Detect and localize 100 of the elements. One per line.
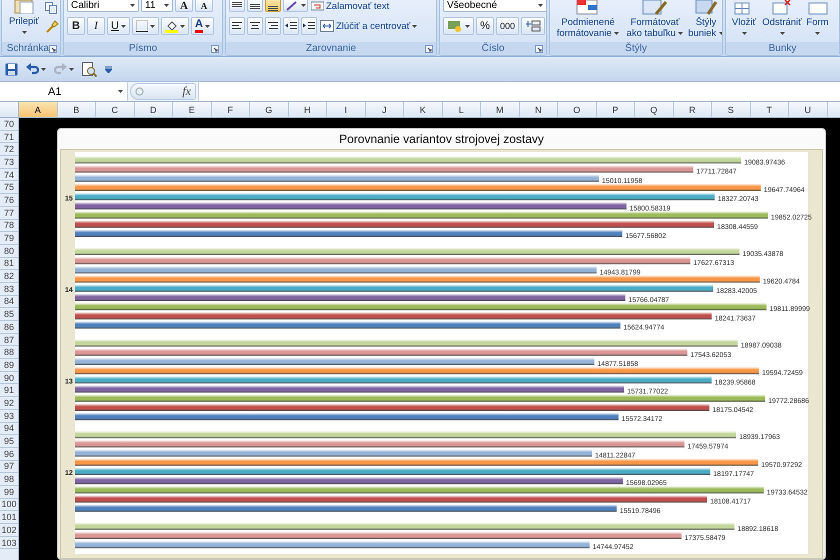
row-header[interactable]: 88 (0, 346, 18, 360)
paste-button[interactable]: Prilepiť (5, 0, 43, 38)
row-header[interactable]: 81 (0, 258, 18, 270)
column-header[interactable]: T (750, 102, 789, 117)
font-name-field[interactable]: Calibri (67, 0, 139, 12)
group-label: Schránka (6, 43, 49, 54)
row-header[interactable]: 78 (0, 220, 18, 232)
borders-icon (136, 20, 148, 32)
row-header[interactable]: 84 (0, 296, 18, 308)
group-label: Štýly (625, 43, 647, 54)
column-header[interactable]: D (134, 102, 173, 117)
cells-option-button[interactable]: Form (805, 0, 830, 39)
row-header[interactable]: 96 (0, 448, 18, 461)
fill-color-button[interactable] (160, 17, 189, 35)
row-header[interactable]: 82 (0, 270, 18, 283)
column-header[interactable]: P (596, 102, 635, 117)
row-header[interactable]: 74 (0, 168, 18, 182)
dialog-launcher-icon (211, 44, 219, 52)
align-right-button[interactable] (265, 17, 281, 35)
row-header[interactable]: 71 (0, 130, 18, 144)
borders-button[interactable] (132, 17, 159, 35)
style-option-button[interactable]: Podmienené formátovanie (553, 0, 623, 39)
align-left-button[interactable] (229, 17, 245, 35)
row-header[interactable]: 101 (0, 511, 18, 524)
column-header[interactable]: U (789, 102, 828, 117)
column-header[interactable]: J (366, 102, 404, 117)
increase-indent-button[interactable] (301, 17, 317, 35)
row-header[interactable]: 75 (0, 181, 18, 194)
insert-function-button[interactable]: fx (178, 84, 195, 99)
row-header[interactable]: 77 (0, 206, 18, 220)
row-header[interactable]: 93 (0, 410, 18, 422)
row-header[interactable]: 102 (0, 524, 18, 537)
row-header[interactable]: 89 (0, 359, 18, 372)
column-header[interactable]: M (481, 102, 520, 117)
column-header[interactable]: Q (635, 102, 674, 117)
shrink-font-button[interactable]: A (195, 0, 213, 12)
copy-button[interactable] (45, 2, 59, 14)
grow-font-button[interactable]: A (175, 0, 193, 12)
row-header[interactable]: 86 (0, 321, 18, 334)
orientation-button[interactable] (283, 0, 308, 12)
column-header[interactable]: A (19, 102, 58, 117)
row-header[interactable]: 70 (0, 118, 18, 131)
column-header[interactable]: H (288, 102, 327, 117)
row-header[interactable]: 98 (0, 473, 18, 486)
column-header[interactable]: B (58, 102, 96, 117)
cells-option-button[interactable]: Vložiť (729, 0, 759, 39)
formula-input[interactable] (198, 82, 840, 101)
row-header[interactable]: 90 (0, 372, 18, 384)
row-header[interactable]: 94 (0, 422, 18, 436)
column-header[interactable]: E (173, 102, 212, 117)
thousands-button[interactable]: 000 (496, 17, 520, 35)
row-header[interactable]: 100 (0, 498, 18, 512)
name-box[interactable]: A1 (0, 82, 128, 101)
row-header[interactable]: 103 (0, 536, 18, 550)
column-header[interactable]: N (520, 102, 558, 117)
row-header[interactable]: 72 (0, 143, 18, 156)
row-header[interactable]: 95 (0, 435, 18, 448)
delete-cells-icon (772, 0, 792, 15)
row-header[interactable]: 76 (0, 194, 18, 207)
row-header[interactable]: 87 (0, 334, 18, 346)
column-header[interactable]: R (674, 102, 712, 117)
format-painter-button[interactable] (45, 20, 59, 34)
vertical-align-button[interactable] (265, 0, 281, 12)
wrap-text-button[interactable]: Zalamovať text (310, 0, 390, 12)
percent-button[interactable]: % (476, 17, 494, 35)
vertical-align-button[interactable] (229, 0, 245, 12)
caret-icon (678, 32, 684, 35)
row-header[interactable]: 83 (0, 282, 18, 296)
print-preview-button[interactable] (80, 60, 99, 78)
column-header[interactable]: O (558, 102, 596, 117)
row-header[interactable]: 79 (0, 232, 18, 245)
number-format-field[interactable]: Všeobecné (443, 0, 546, 12)
underline-button[interactable]: U (107, 17, 130, 35)
cells-option-button[interactable]: Odstrániť (760, 0, 804, 39)
column-header[interactable]: I (327, 102, 366, 117)
row-header[interactable]: 85 (0, 308, 18, 321)
merge-center-button[interactable]: Zlúčiť a centrovať (319, 17, 418, 35)
font-color-button[interactable]: A (190, 17, 214, 35)
font-size-field[interactable]: 11 (141, 0, 173, 12)
style-option-button[interactable]: Štýly buniek (687, 0, 722, 39)
row-header[interactable]: 80 (0, 244, 18, 258)
row-header[interactable]: 73 (0, 156, 18, 169)
row-header[interactable]: 92 (0, 397, 18, 410)
row-header[interactable]: 99 (0, 486, 18, 499)
column-header[interactable]: C (96, 102, 134, 117)
style-option-button[interactable]: Formátovať ako tabuľku (625, 0, 685, 39)
increase-decimal-button[interactable] (521, 17, 546, 35)
row-header[interactable]: 97 (0, 460, 18, 474)
column-header[interactable]: F (212, 102, 250, 117)
decrease-indent-button[interactable] (283, 17, 299, 35)
column-header[interactable]: G (250, 102, 288, 117)
italic-button[interactable]: I (87, 17, 105, 35)
bold-button[interactable]: B (67, 17, 85, 35)
align-center-button[interactable] (247, 17, 263, 35)
row-header[interactable]: 91 (0, 384, 18, 398)
currency-button[interactable] (443, 17, 474, 35)
vertical-align-button[interactable] (247, 0, 263, 12)
column-header[interactable]: S (712, 102, 750, 117)
column-header[interactable]: K (404, 102, 442, 117)
column-header[interactable]: L (442, 102, 481, 117)
